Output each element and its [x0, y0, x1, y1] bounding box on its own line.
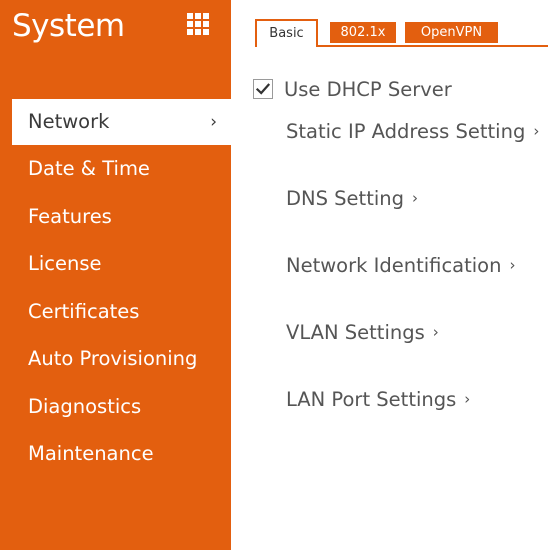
sidebar-nav: Network › Date & Time Features License C…	[0, 99, 231, 478]
chevron-right-icon: ›	[412, 189, 418, 207]
dns-setting-link[interactable]: DNS Setting ›	[286, 187, 418, 210]
sidebar-item-maintenance[interactable]: Maintenance	[0, 430, 231, 478]
sidebar-item-label: License	[28, 252, 102, 275]
use-dhcp-checkbox-row[interactable]: Use DHCP Server	[253, 77, 452, 101]
sidebar-item-label: Certificates	[28, 299, 140, 323]
section-label: Network Identification	[286, 254, 502, 277]
page: System Network › Date & Time Features Li…	[0, 0, 548, 550]
tab-8021x[interactable]: 802.1x	[330, 22, 396, 43]
sidebar-item-label: Diagnostics	[28, 394, 142, 418]
static-ip-address-setting-link[interactable]: Static IP Address Setting ›	[286, 120, 539, 143]
chevron-right-icon: ›	[210, 112, 217, 132]
sidebar-item-network[interactable]: Network ›	[12, 99, 231, 145]
chevron-right-icon: ›	[533, 122, 540, 140]
sidebar-item-label: Maintenance	[28, 442, 154, 465]
tab-openvpn[interactable]: OpenVPN	[405, 22, 498, 43]
checkmark-icon	[255, 83, 271, 95]
vlan-settings-link[interactable]: VLAN Settings ›	[286, 321, 439, 344]
section-label: Static IP Address Setting	[286, 120, 526, 143]
chevron-right-icon: ›	[509, 256, 516, 274]
tab-basic[interactable]: Basic	[255, 19, 318, 47]
use-dhcp-label: Use DHCP Server	[284, 77, 452, 101]
main-content: Use DHCP Server Static IP Address Settin…	[231, 60, 548, 550]
tab-bar: Basic 802.1x OpenVPN	[255, 19, 548, 47]
use-dhcp-checkbox[interactable]	[253, 79, 273, 99]
sidebar-item-diagnostics[interactable]: Diagnostics	[0, 383, 231, 431]
chevron-right-icon: ›	[464, 390, 471, 408]
sidebar-item-label: Network	[28, 110, 110, 133]
sidebar-item-label: Features	[28, 204, 112, 228]
lan-port-settings-link[interactable]: LAN Port Settings ›	[286, 388, 470, 411]
section-label: LAN Port Settings	[286, 388, 457, 411]
network-identification-link[interactable]: Network Identification ›	[286, 254, 515, 277]
sidebar-item-label: Auto Provisioning	[28, 347, 198, 370]
chevron-right-icon: ›	[432, 323, 439, 341]
sidebar-item-label: Date & Time	[28, 157, 150, 180]
sidebar-item-license[interactable]: License	[0, 240, 231, 288]
apps-grid-icon[interactable]	[187, 13, 209, 35]
sidebar: System Network › Date & Time Features Li…	[0, 0, 231, 550]
sidebar-item-date-time[interactable]: Date & Time	[0, 145, 231, 193]
sidebar-item-auto-provisioning[interactable]: Auto Provisioning	[0, 335, 231, 383]
sidebar-title: System	[12, 8, 125, 44]
sidebar-item-features[interactable]: Features	[0, 193, 231, 241]
section-label: VLAN Settings	[286, 321, 425, 344]
sidebar-item-certificates[interactable]: Certificates	[0, 288, 231, 336]
section-label: DNS Setting	[286, 187, 404, 210]
